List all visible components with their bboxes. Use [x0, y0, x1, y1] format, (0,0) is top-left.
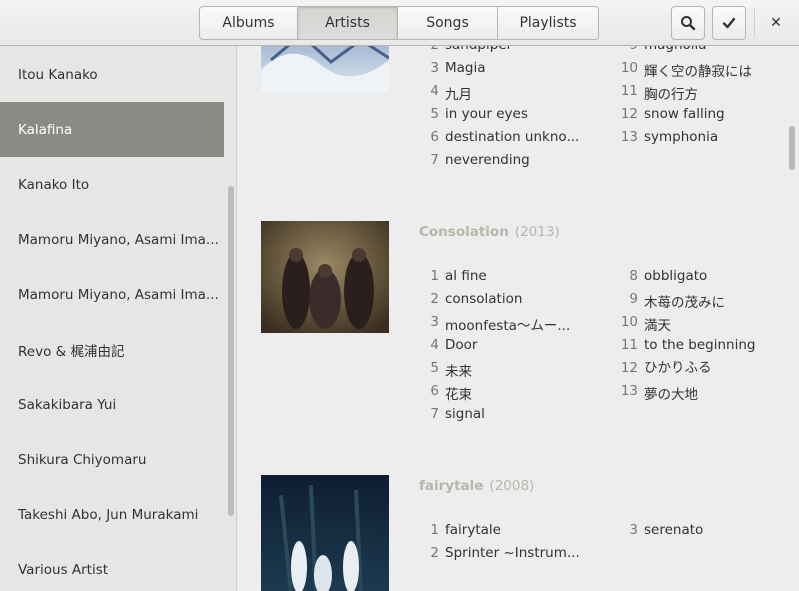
- track-number: 1: [430, 268, 439, 284]
- track-number: 10: [620, 60, 638, 76]
- track-number: 1: [430, 522, 439, 538]
- view-switcher: Albums Artists Songs Playlists: [199, 6, 599, 40]
- track-number: 6: [430, 383, 439, 399]
- track-number: 13: [620, 383, 638, 399]
- artist-list: Itou Kanako Kalafina Kanako Ito Mamoru M…: [0, 47, 224, 591]
- track-number: 8: [629, 268, 638, 284]
- track-number: 12: [620, 106, 638, 122]
- track-title[interactable]: 未来: [445, 360, 472, 380]
- track-title[interactable]: consolation: [445, 291, 522, 307]
- track-title[interactable]: snow falling: [644, 106, 725, 122]
- track-number: 12: [620, 360, 638, 376]
- tab-artists[interactable]: Artists: [298, 6, 398, 40]
- album-name: Consolation: [419, 224, 509, 240]
- track-title[interactable]: Sprinter ~Instrum...: [445, 545, 580, 561]
- track-number: 7: [430, 152, 439, 168]
- track-title[interactable]: Door: [445, 337, 477, 353]
- sidebar-scrollbar[interactable]: [228, 186, 234, 516]
- track-title[interactable]: 九月: [445, 83, 472, 103]
- album-cover[interactable]: [261, 46, 389, 92]
- album-name: fairytale: [419, 478, 484, 494]
- track-title[interactable]: 夢の大地: [644, 383, 698, 403]
- track-title[interactable]: magnolia: [644, 46, 707, 53]
- track-title[interactable]: al fine: [445, 268, 487, 284]
- track-number: 4: [430, 337, 439, 353]
- artist-item[interactable]: Shikura Chiyomaru: [0, 432, 224, 487]
- track-number: 3: [430, 60, 439, 76]
- track-number: 11: [620, 83, 638, 99]
- track-number: 6: [430, 129, 439, 145]
- track-number: 5: [430, 106, 439, 122]
- track-title[interactable]: sandpiper: [445, 46, 512, 53]
- close-button[interactable]: ✕: [763, 8, 789, 38]
- album-cover[interactable]: [261, 475, 389, 591]
- track-title[interactable]: moonfesta〜ムー...: [445, 314, 570, 334]
- track-title[interactable]: 輝く空の静寂には: [644, 60, 752, 80]
- track-title[interactable]: symphonia: [644, 129, 718, 145]
- selection-mode-button[interactable]: [712, 6, 746, 40]
- checkmark-icon: [722, 17, 736, 29]
- track-number: 10: [620, 314, 638, 330]
- header-bar: Albums Artists Songs Playlists ✕: [0, 0, 799, 46]
- track-title[interactable]: Magia: [445, 60, 486, 76]
- track-number: 9: [614, 46, 638, 53]
- track-number: 13: [620, 129, 638, 145]
- track-number: 3: [430, 314, 439, 330]
- track-title[interactable]: serenato: [644, 522, 703, 538]
- artist-item[interactable]: Kanako Ito: [0, 157, 224, 212]
- track-title[interactable]: 満天: [644, 314, 671, 334]
- search-button[interactable]: [671, 6, 705, 40]
- track-title[interactable]: neverending: [445, 152, 530, 168]
- track-number: 9: [629, 291, 638, 307]
- tab-albums[interactable]: Albums: [199, 6, 298, 40]
- album-title: Consolation (2013): [419, 224, 560, 240]
- artist-item[interactable]: Takeshi Abo, Jun Murakami: [0, 487, 224, 542]
- track-title[interactable]: 胸の行方: [644, 83, 698, 103]
- album-year: (2013): [514, 224, 560, 240]
- track-title[interactable]: signal: [445, 406, 485, 422]
- artist-sidebar: Itou Kanako Kalafina Kanako Ito Mamoru M…: [0, 46, 237, 591]
- close-icon: ✕: [770, 15, 782, 31]
- album-cover[interactable]: [261, 221, 389, 333]
- track-number: 2: [430, 545, 439, 561]
- album-list: 2 sandpiper 3 Magia 4 九月 5 in your eyes 6 des…: [237, 46, 799, 591]
- header-separator: [754, 8, 755, 38]
- track-title[interactable]: 花束: [445, 383, 472, 403]
- artist-item-selected[interactable]: Kalafina: [0, 102, 224, 157]
- artist-item[interactable]: Revo & 梶浦由記: [0, 322, 224, 377]
- tab-songs[interactable]: Songs: [398, 6, 498, 40]
- track-number: 5: [430, 360, 439, 376]
- album-year: (2008): [489, 478, 535, 494]
- artist-item[interactable]: Various Artist: [0, 542, 224, 591]
- content-scrollbar[interactable]: [789, 126, 795, 170]
- artist-item[interactable]: Mamoru Miyano, Asami Ima...: [0, 267, 224, 322]
- tab-playlists[interactable]: Playlists: [498, 6, 599, 40]
- track-number: 4: [430, 83, 439, 99]
- track-title[interactable]: fairytale: [445, 522, 501, 538]
- artist-item[interactable]: Sakakibara Yui: [0, 377, 224, 432]
- track-number: 7: [430, 406, 439, 422]
- track-number: 11: [620, 337, 638, 353]
- track-title[interactable]: in your eyes: [445, 106, 528, 122]
- track-title[interactable]: to the beginning: [644, 337, 755, 353]
- album-title: fairytale (2008): [419, 478, 534, 494]
- track-number: 3: [629, 522, 638, 538]
- track-title[interactable]: destination unkno...: [445, 129, 579, 145]
- track-number: 2: [430, 291, 439, 307]
- track-title[interactable]: ひかりふる: [644, 356, 712, 376]
- track-number: 2: [415, 46, 439, 53]
- artist-item[interactable]: Mamoru Miyano, Asami Ima...: [0, 212, 224, 267]
- search-icon: [681, 16, 696, 31]
- track-title[interactable]: obbligato: [644, 268, 707, 284]
- artist-item[interactable]: Itou Kanako: [0, 47, 224, 102]
- track-title[interactable]: 木苺の茂みに: [644, 291, 725, 311]
